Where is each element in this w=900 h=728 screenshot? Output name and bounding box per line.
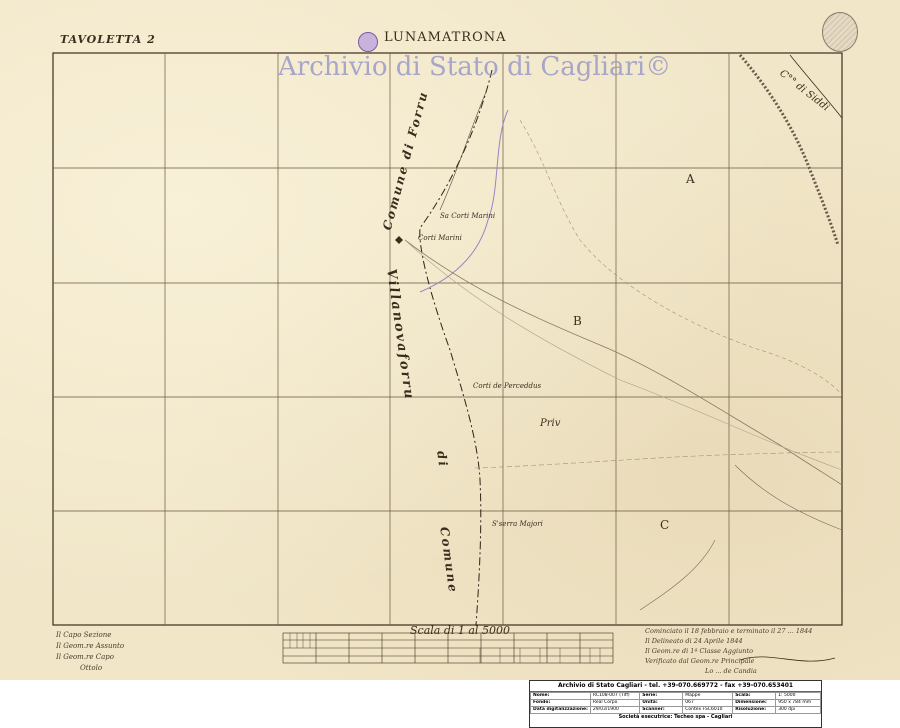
signature-line: Il Geom.re Assunto — [56, 642, 125, 650]
table-row: Nome: RC108-007 (Tiff) Serie: Mappe Scal… — [530, 692, 821, 700]
signature-line: Il Capo Sezione — [56, 631, 112, 639]
boundary-marker — [395, 236, 403, 244]
signature-line: Lo ... de Candia — [705, 667, 757, 675]
road-upper — [519, 119, 843, 396]
signature-line: Verificato dal Geom.re Principale — [645, 657, 755, 665]
archive-table: Nome: RC108-007 (Tiff) Serie: Mappe Scal… — [530, 692, 821, 714]
signature-line: Ottolo — [80, 664, 103, 672]
table-value: Contex FSC6010 — [682, 706, 734, 714]
road-diagonal — [404, 239, 843, 486]
archive-header: Archivio di Stato Cagliari - tel. +39-07… — [530, 681, 821, 692]
road-diagonal-2 — [404, 239, 843, 471]
table-key: Serie: — [639, 692, 684, 700]
archive-footer: Società esecutrice: Techeo spa - Cagliar… — [618, 714, 733, 720]
table-value: 29/03/1900 — [589, 706, 641, 714]
place-s-serra-majori: S'serra Majori — [492, 520, 543, 528]
signature-line: Cominciato il 18 febbraio e terminato il… — [645, 627, 813, 635]
map-title: LUNAMATRONA — [384, 30, 507, 45]
table-value: 300 dpi — [775, 706, 821, 714]
scale-bar — [282, 632, 614, 664]
table-value: Real Corpo — [589, 699, 641, 707]
signatures-left: Il Capo Sezione Il Geom.re Assunto Il Ge… — [56, 630, 124, 674]
table-key: Dimensione: — [732, 699, 777, 707]
region-c: C — [660, 518, 670, 532]
scale-title: Scala di 1 al 5000 — [410, 624, 510, 637]
region-b: B — [573, 314, 582, 328]
table-row: Data digitalizzazione: 29/03/1900 Scanne… — [530, 706, 821, 714]
stamp-icon — [358, 32, 378, 52]
table-value: 067 — [682, 699, 734, 707]
place-priv: Priv — [540, 418, 561, 429]
commune-of-label: di — [434, 450, 451, 469]
region-a: A — [686, 172, 695, 186]
table-key: Unità: — [639, 699, 684, 707]
table-key: Fondo: — [530, 699, 591, 707]
place-corti-marini: Corti Marini — [418, 234, 462, 242]
table-row: Fondo: Real Corpo Unità: 067 Dimensione:… — [530, 699, 821, 707]
table-value: 1: 5000 — [775, 692, 821, 700]
archive-info-box: Archivio di Stato Cagliari - tel. +39-07… — [529, 680, 822, 728]
table-key: Scanner: — [639, 706, 684, 714]
table-key: Risoluzione: — [732, 706, 777, 714]
table-key: Nome: — [530, 692, 591, 700]
signatures-right: Cominciato il 18 febbraio e terminato il… — [645, 626, 812, 676]
sheet-label: TAVOLETTA 2 — [60, 33, 156, 46]
map-sheet: TAVOLETTA 2 LUNAMATRONA Archivio di Stat… — [0, 0, 900, 680]
road-east — [474, 451, 843, 469]
table-value: 950 x 784 mm — [775, 699, 821, 707]
table-key: Data digitalizzazione: — [530, 706, 591, 714]
place-sa-corti-marini: Sa Corti Marini — [440, 212, 496, 220]
commune-boundary — [419, 69, 493, 626]
territory-line-2 — [439, 91, 487, 211]
table-value: RC108-007 (Tiff) — [589, 692, 641, 700]
table-key: Scala: — [732, 692, 777, 700]
signature-line: Il Geom.re di 1ª Classe Aggiunto — [645, 647, 754, 655]
archive-seal — [822, 12, 858, 52]
watermark: Archivio di Stato di Cagliari© — [278, 52, 672, 82]
signature-line: Il Geom.re Capo — [56, 653, 114, 661]
table-value: Mappe — [682, 692, 734, 700]
place-corti-de-perceddus: Corti de Perceddus — [473, 382, 542, 390]
stream-c — [639, 539, 716, 611]
signature-line: Il Delineato di 24 Aprile 1844 — [645, 637, 743, 645]
